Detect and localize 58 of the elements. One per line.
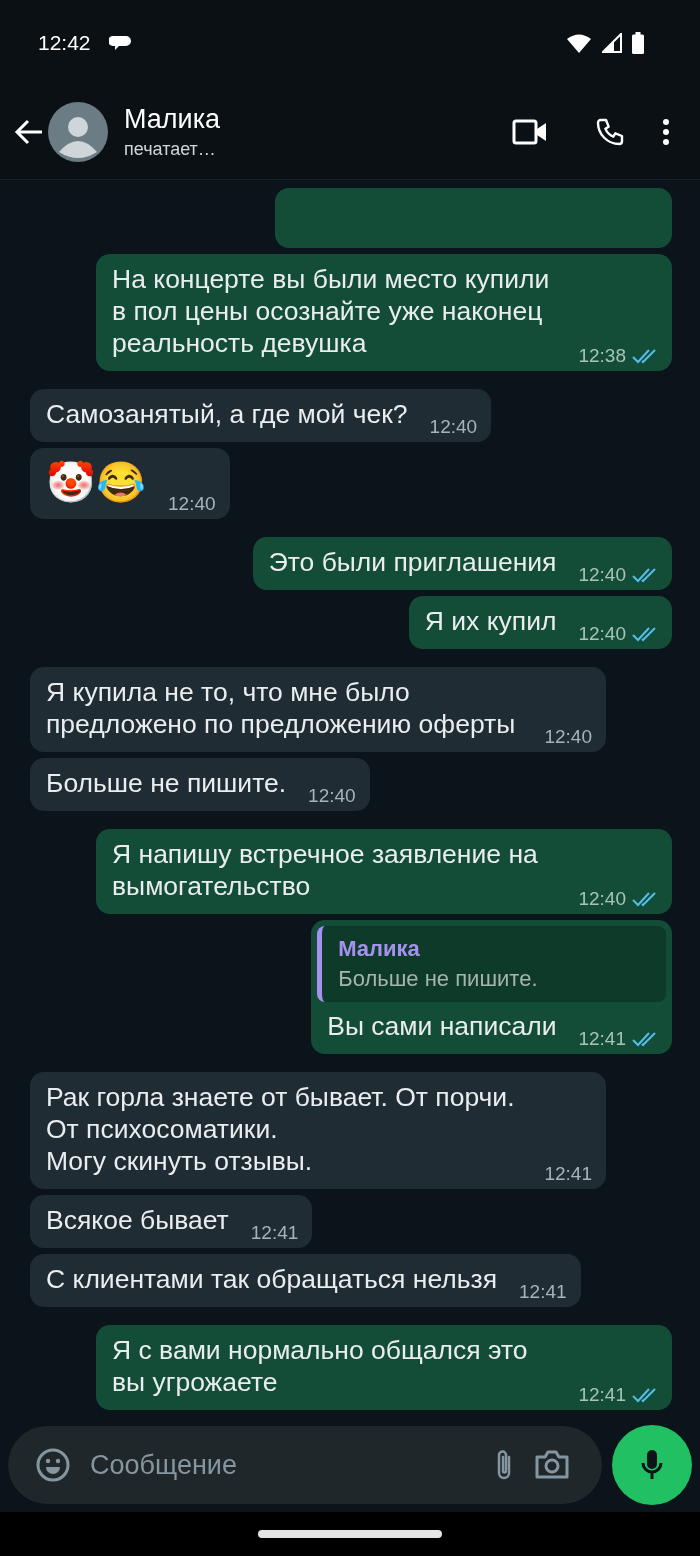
message-bubble[interactable]: Самозанятый, а где мой чек? 12:40 [30, 389, 492, 442]
back-arrow-icon[interactable] [14, 119, 44, 145]
video-call-icon[interactable] [512, 119, 548, 145]
message-input-field[interactable]: Сообщение [88, 1448, 474, 1482]
avatar-icon[interactable] [48, 102, 108, 162]
signal-icon [602, 32, 622, 53]
status-time: 12:42 [38, 30, 91, 55]
message-text: Вы сами написали [327, 1010, 557, 1042]
message-bubble[interactable]: Малика Больше не пишите. Вы сами написали 12:41 [311, 920, 672, 1054]
message-time: 12:40 [578, 623, 626, 645]
message-text: Я купила не то, что мне было предложено по предложению оферты [46, 676, 517, 740]
message-time: 12:40 [429, 416, 478, 438]
message-bubble[interactable]: Больше не пишите. 12:40 [30, 758, 370, 811]
message-text: Рак горла знаете от бывает. От порчи. От психосоматики. Могу скинуть отзывы. [46, 1081, 516, 1177]
message-bubble[interactable]: Рак горла знаете от бывает. От порчи. От психосоматики. Могу скинуть отзывы. 12:41 [30, 1072, 606, 1189]
message-text: На концерте вы были место купили в пол цены осознайте уже наконец реальность девушка [112, 263, 551, 359]
message-bubble[interactable]: 🤡😂 12:40 [30, 448, 230, 519]
message-bubble[interactable]: На концерте вы были место купили в пол цены осознайте уже наконец реальность девушка 12:38 [96, 254, 672, 371]
message-text: Я их купил [424, 605, 557, 637]
message-bubble[interactable]: С клиентами так обращаться нельзя 12:41 [30, 1254, 581, 1307]
message-bubble[interactable]: Это были приглашения 12:40 [252, 537, 672, 590]
quoted-message[interactable]: Малика Больше не пишите. [317, 926, 666, 1002]
message-text: Я с вами нормально общался это вы угрожаете [112, 1334, 529, 1398]
quote-text: Больше не пишите. [338, 966, 539, 992]
message-text: Я напишу встречное заявление на вымогательство [112, 838, 539, 902]
message-bubble[interactable]: Всякое бывает 12:41 [30, 1195, 313, 1248]
wifi-icon [566, 32, 592, 53]
typing-status: печатает… [124, 139, 217, 160]
message-time: 12:41 [578, 1028, 626, 1050]
microphone-icon [641, 1449, 663, 1481]
message-time: 12:40 [544, 726, 592, 748]
message-text: Самозанятый, а где мой чек? [46, 398, 408, 430]
message-bubble[interactable]: Я их купил 12:40 [408, 596, 672, 649]
message-text: Всякое бывает [46, 1204, 229, 1236]
message-bubble[interactable]: Я купила не то, что мне было предложено по предложению оферты 12:40 [30, 667, 606, 752]
message-bubble[interactable]: Я с вами нормально общался это вы угрожаете 12:41 [96, 1325, 672, 1410]
message-bubble[interactable]: Я напишу встречное заявление на вымогательство 12:40 [96, 829, 672, 914]
message-text: Это были приглашения [268, 546, 557, 578]
camera-icon[interactable] [534, 1449, 570, 1481]
message-time: 12:38 [578, 345, 626, 367]
more-options-icon[interactable] [662, 118, 670, 146]
phone-icon[interactable] [594, 116, 626, 148]
message-text: С клиентами так обращаться нельзя [46, 1263, 498, 1295]
emoji-text: 🤡😂 [46, 459, 146, 506]
message-time: 12:41 [250, 1222, 299, 1244]
message-time: 12:41 [544, 1163, 592, 1185]
message-time: 12:41 [578, 1384, 626, 1406]
message-time: 12:40 [168, 493, 216, 515]
message-time: 12:40 [578, 564, 626, 586]
message-time: 12:40 [578, 888, 626, 910]
emoji-icon[interactable] [36, 1448, 70, 1482]
message-text: Больше не пишите. [46, 767, 287, 799]
contact-name[interactable]: Малика [124, 104, 512, 135]
quote-author: Малика [338, 936, 421, 962]
message-time: 12:40 [308, 785, 356, 807]
message-composer[interactable]: Сообщение [8, 1426, 602, 1504]
message-time: 12:41 [519, 1281, 567, 1303]
battery-icon [632, 31, 644, 54]
